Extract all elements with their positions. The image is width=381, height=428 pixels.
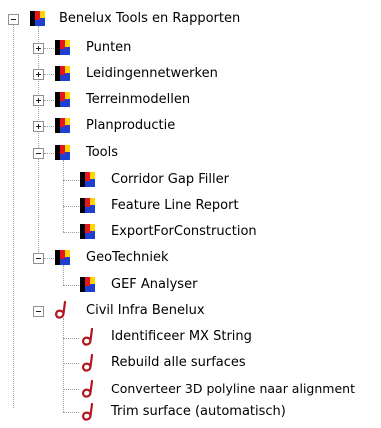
civil3d-icon bbox=[80, 354, 98, 373]
expand-toggle[interactable] bbox=[33, 69, 44, 80]
flag-icon bbox=[53, 64, 73, 83]
tree-node-label: Civil Infra Benelux bbox=[86, 303, 205, 318]
collapse-toggle[interactable] bbox=[33, 148, 44, 159]
tree-node-punten[interactable]: Punten bbox=[0, 35, 200, 61]
tree-node-feature-line-report[interactable]: Feature Line Report bbox=[0, 193, 260, 219]
tree-node-label: Tools bbox=[86, 145, 119, 160]
civil3d-icon bbox=[80, 328, 98, 347]
collapse-toggle[interactable] bbox=[33, 306, 44, 317]
tree-node-gef-analyser[interactable]: GEF Analyser bbox=[0, 272, 220, 298]
tree-node-label: Trim surface (automatisch) bbox=[111, 404, 286, 419]
flag-icon bbox=[78, 196, 98, 215]
expand-toggle[interactable] bbox=[33, 121, 44, 132]
tree-node-label: Punten bbox=[86, 40, 132, 55]
tree-view: Benelux Tools en Rapporten Punten Leidin… bbox=[0, 0, 381, 428]
tree-node-terreinmodellen[interactable]: Terreinmodellen bbox=[0, 87, 220, 113]
tree-node-label: Identificeer MX String bbox=[111, 329, 252, 344]
tree-node-converteer-3d-polyline[interactable]: Converteer 3D polyline naar alignment bbox=[0, 376, 381, 402]
expand-toggle[interactable] bbox=[33, 95, 44, 106]
civil3d-icon bbox=[80, 403, 98, 422]
tree-node-label: Leidingennetwerken bbox=[86, 66, 218, 81]
civil3d-icon bbox=[53, 301, 71, 320]
tree-node-rebuild-alle-surfaces[interactable]: Rebuild alle surfaces bbox=[0, 350, 290, 376]
tree-node-benelux-tools[interactable]: Benelux Tools en Rapporten bbox=[0, 6, 260, 32]
flag-icon bbox=[78, 275, 98, 294]
tree-node-label: GEF Analyser bbox=[111, 277, 198, 292]
tree-node-corridor-gap-filler[interactable]: Corridor Gap Filler bbox=[0, 167, 260, 193]
tree-node-label: Feature Line Report bbox=[111, 198, 239, 213]
collapse-toggle[interactable] bbox=[33, 253, 44, 264]
tree-node-civil-infra-benelux[interactable]: Civil Infra Benelux bbox=[0, 298, 240, 324]
tree-node-geotechniek[interactable]: GeoTechniek bbox=[0, 245, 200, 271]
flag-icon bbox=[78, 170, 98, 189]
collapse-toggle[interactable] bbox=[8, 14, 19, 25]
flag-icon bbox=[53, 116, 73, 135]
flag-icon bbox=[53, 90, 73, 109]
tree-node-leidingennetwerken[interactable]: Leidingennetwerken bbox=[0, 61, 240, 87]
tree-node-label: Benelux Tools en Rapporten bbox=[59, 11, 241, 26]
tree-node-trim-surface[interactable]: Trim surface (automatisch) bbox=[0, 400, 330, 426]
flag-icon bbox=[53, 143, 73, 162]
flag-icon bbox=[78, 222, 98, 241]
tree-node-export-for-construction[interactable]: ExportForConstruction bbox=[0, 219, 280, 245]
tree-node-label: Converteer 3D polyline naar alignment bbox=[111, 381, 355, 396]
civil3d-icon bbox=[80, 380, 98, 399]
tree-node-label: Rebuild alle surfaces bbox=[111, 355, 246, 370]
tree-node-identificeer-mx-string[interactable]: Identificeer MX String bbox=[0, 324, 300, 350]
tree-node-label: Planproductie bbox=[86, 118, 176, 133]
tree-node-label: ExportForConstruction bbox=[111, 224, 257, 239]
flag-icon bbox=[53, 248, 73, 267]
expand-toggle[interactable] bbox=[33, 43, 44, 54]
tree-node-label: GeoTechniek bbox=[86, 250, 169, 265]
tree-node-tools[interactable]: Tools bbox=[0, 140, 140, 166]
flag-icon bbox=[28, 9, 48, 28]
tree-node-label: Terreinmodellen bbox=[86, 92, 191, 107]
tree-node-planproductie[interactable]: Planproductie bbox=[0, 113, 210, 139]
tree-node-label: Corridor Gap Filler bbox=[111, 172, 229, 187]
flag-icon bbox=[53, 38, 73, 57]
